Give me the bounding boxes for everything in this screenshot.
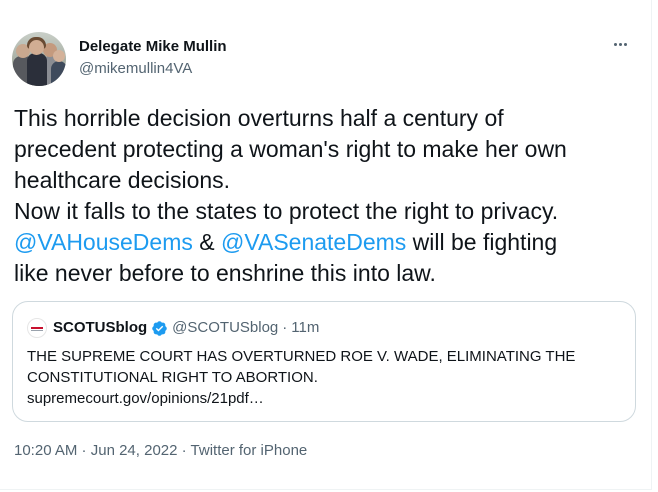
tweet-card: Delegate Mike Mullin @mikemullin4VA This… bbox=[0, 0, 652, 490]
mention-link-vasenatedems[interactable]: @VASenateDems bbox=[221, 229, 406, 255]
avatar-figure bbox=[53, 50, 65, 62]
avatar-figure bbox=[51, 61, 66, 86]
separator-dot: · bbox=[282, 319, 288, 336]
more-dot bbox=[618, 42, 622, 46]
tweet-text-line: healthcare decisions. bbox=[14, 167, 231, 193]
more-dot bbox=[623, 42, 627, 46]
quoted-author-name: SCOTUSblog bbox=[53, 319, 148, 336]
author-handle[interactable]: @mikemullin4VA bbox=[79, 60, 227, 78]
tweet-source-link[interactable]: Twitter for iPhone bbox=[191, 442, 308, 459]
tweet-text: This horrible decision overturns half a … bbox=[14, 103, 644, 289]
quoted-tweet-link[interactable]: supremecourt.gov/opinions/21pdf… bbox=[27, 389, 264, 409]
avatar-figure bbox=[27, 53, 47, 86]
tweet-text-line: Now it falls to the states to protect th… bbox=[14, 198, 559, 224]
more-dot bbox=[613, 42, 617, 46]
separator-dot: · bbox=[77, 442, 91, 459]
verified-badge-icon bbox=[152, 320, 167, 336]
quoted-author-avatar bbox=[27, 318, 47, 338]
tweet-text-line: precedent protecting a woman's right to … bbox=[14, 136, 567, 162]
more-horizontal-icon[interactable] bbox=[609, 36, 631, 52]
quoted-tweet-header: SCOTUSblog @SCOTUSblog · 11m bbox=[27, 318, 319, 338]
author-avatar[interactable] bbox=[12, 32, 66, 86]
separator-dot: · bbox=[177, 442, 191, 459]
quoted-tweet[interactable]: SCOTUSblog @SCOTUSblog · 11m THE SUPREME… bbox=[12, 301, 636, 422]
quoted-author-handle: @SCOTUSblog bbox=[172, 319, 279, 336]
tweet-text-fragment: will be fighting bbox=[406, 229, 558, 255]
tweet-text-line: This horrible decision overturns half a … bbox=[14, 105, 504, 131]
author-display-name[interactable]: Delegate Mike Mullin bbox=[79, 38, 227, 56]
tweet-text-fragment: & bbox=[192, 229, 221, 255]
tweet-header: Delegate Mike Mullin @mikemullin4VA bbox=[12, 32, 639, 88]
tweet-timestamp-time[interactable]: 10:20 AM bbox=[14, 442, 77, 459]
quoted-tweet-time[interactable]: 11m bbox=[291, 319, 319, 337]
avatar-figure bbox=[29, 40, 44, 55]
tweet-text-line: like never before to enshrine this into … bbox=[14, 260, 436, 286]
quoted-tweet-text: THE SUPREME COURT HAS OVERTURNED ROE V. … bbox=[27, 348, 576, 386]
author-names: Delegate Mike Mullin @mikemullin4VA bbox=[79, 38, 227, 78]
mention-link-vahousedems[interactable]: @VAHouseDems bbox=[14, 229, 193, 255]
tweet-timestamp-date[interactable]: Jun 24, 2022 bbox=[91, 442, 178, 459]
tweet-meta: 10:20 AM · Jun 24, 2022 · Twitter for iP… bbox=[14, 441, 307, 461]
